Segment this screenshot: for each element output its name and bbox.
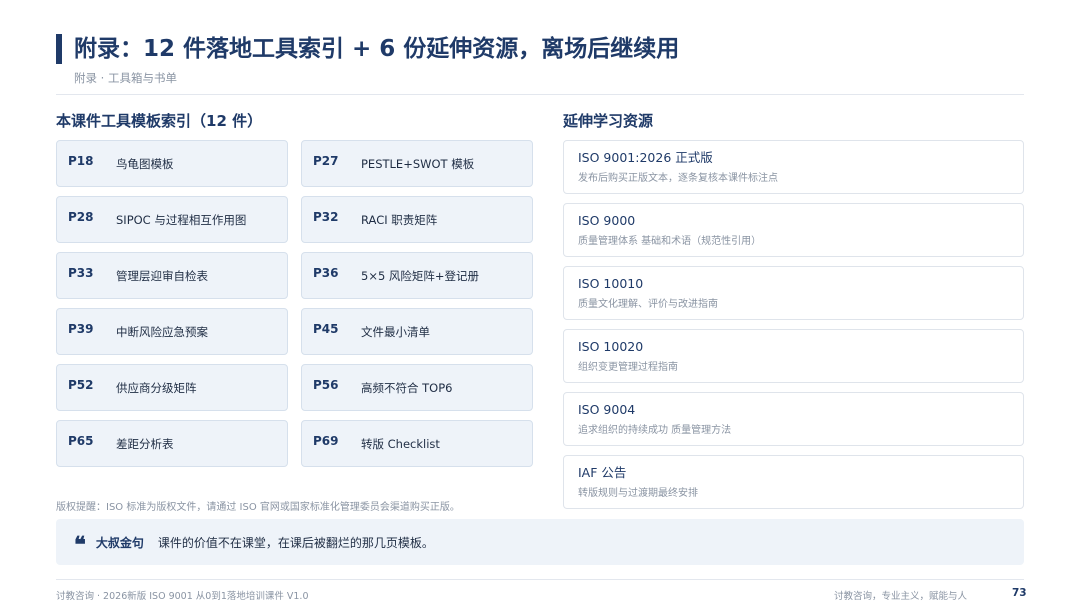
tool-page-ref: P33 [68, 265, 94, 280]
tool-card[interactable]: P56 高频不符合 TOP6 [301, 364, 533, 411]
tool-page-ref: P18 [68, 153, 94, 168]
page-number: 73 [1012, 587, 1027, 599]
resource-card[interactable]: ISO 10010 质量文化理解、评价与改进指南 [563, 266, 1024, 320]
resource-desc: 组织变更管理过程指南 [578, 362, 678, 373]
quote-box: ❝ 大叔金句 课件的价值不在课堂，在课后被翻烂的那几页模板。 [56, 519, 1024, 565]
tools-grid: P18 鸟龟图模板 P27 PESTLE+SWOT 模板 P28 SIPOC 与过程相… [56, 140, 534, 467]
resource-desc: 质量管理体系 基础和术语（规范性引用） [578, 236, 762, 247]
resource-card[interactable]: IAF 公告转版规则与过渡期最终安排 [563, 455, 1024, 509]
tool-card[interactable]: P45 文件最小清单 [301, 308, 533, 355]
tool-page-ref: P39 [68, 321, 94, 336]
resource-desc: 质量文化理解、评价与改进指南 [578, 299, 718, 310]
tool-page-ref: P56 [313, 377, 339, 392]
tool-card[interactable]: P33 管理层迎审自检表 [56, 252, 288, 299]
tool-name: 转版 Checklist [361, 436, 440, 451]
resources-section-title: 延伸学习资源 [563, 112, 654, 130]
tool-page-ref: P69 [313, 433, 339, 448]
resource-card[interactable]: ISO 10020 组织变更管理过程指南 [563, 329, 1024, 383]
tool-card[interactable]: P36 5×5 风险矩阵+登记册 [301, 252, 533, 299]
tool-name: 管理层迎审自检表 [116, 268, 208, 283]
footer-course-info: 讨教咨询 · 2026新版 ISO 9001 从0到1落地培训课件 V1.0 [56, 591, 309, 602]
tool-page-ref: P65 [68, 433, 94, 448]
quote-label: 大叔金句 [95, 535, 144, 550]
resource-card[interactable]: ISO 9004 追求组织的持续成功 质量管理方法 [563, 392, 1024, 446]
tool-name: 差距分析表 [116, 436, 174, 451]
header-divider [56, 94, 1024, 95]
tool-page-ref: P32 [313, 209, 339, 224]
tool-card[interactable]: P32 RACI 职责矩阵 [301, 196, 533, 243]
tool-page-ref: P28 [68, 209, 94, 224]
resource-name: ISO 9000 [578, 213, 636, 228]
page-title: 附录：12 件落地工具索引 + 6 份延伸资源，离场后继续用 [74, 36, 680, 62]
resource-name: IAF 公告 [578, 465, 627, 480]
tools-section-title: 本课件工具模板索引（12 件） [56, 112, 263, 130]
tool-card[interactable]: P39 中断风险应急预案 [56, 308, 288, 355]
tool-name: 文件最小清单 [361, 324, 430, 339]
tool-name: 供应商分级矩阵 [116, 380, 197, 395]
resource-desc: 发布后购买正版文本，逐条复核本课件标注点 [578, 173, 778, 184]
resources-list: ISO 9001:2026 正式版发布后购买正版文本，逐条复核本课件标注点 IS… [563, 140, 1024, 518]
tool-name: PESTLE+SWOT 模板 [361, 156, 475, 171]
tool-page-ref: P52 [68, 377, 94, 392]
tool-name: SIPOC 与过程相互作用图 [116, 212, 247, 227]
quote-mark-icon: ❝ [74, 532, 86, 558]
tool-name: RACI 职责矩阵 [361, 212, 438, 227]
tool-card[interactable]: P18 鸟龟图模板 [56, 140, 288, 187]
tool-page-ref: P36 [313, 265, 339, 280]
resource-desc: 追求组织的持续成功 质量管理方法 [578, 425, 732, 436]
copyright-notice: 版权提醒：ISO 标准为版权文件，请通过 ISO 官网或国家标准化管理委员会渠道… [56, 502, 460, 513]
tool-card[interactable]: P52 供应商分级矩阵 [56, 364, 288, 411]
resource-name: ISO 10020 [578, 339, 644, 354]
tool-card[interactable]: P65 差距分析表 [56, 420, 288, 467]
resource-card[interactable]: ISO 9001:2026 正式版发布后购买正版文本，逐条复核本课件标注点 [563, 140, 1024, 194]
tool-name: 高频不符合 TOP6 [361, 380, 453, 395]
resource-name: ISO 10010 [578, 276, 644, 291]
tool-page-ref: P45 [313, 321, 339, 336]
footer-slogan: 讨教咨询，专业主义，赋能与人 [834, 591, 968, 602]
resource-card[interactable]: ISO 9000 质量管理体系 基础和术语（规范性引用） [563, 203, 1024, 257]
resource-name: ISO 9001:2026 正式版 [578, 150, 713, 165]
tool-card[interactable]: P27 PESTLE+SWOT 模板 [301, 140, 533, 187]
tool-name: 鸟龟图模板 [116, 156, 174, 171]
tool-name: 中断风险应急预案 [116, 324, 208, 339]
tool-name: 5×5 风险矩阵+登记册 [361, 268, 480, 283]
tool-card[interactable]: P28 SIPOC 与过程相互作用图 [56, 196, 288, 243]
tool-card[interactable]: P69 转版 Checklist [301, 420, 533, 467]
resource-desc: 转版规则与过渡期最终安排 [578, 488, 698, 499]
tool-page-ref: P27 [313, 153, 339, 168]
footer-divider [56, 579, 1024, 580]
title-accent-bar [56, 34, 62, 64]
quote-text: 课件的价值不在课堂，在课后被翻烂的那几页模板。 [157, 535, 434, 550]
resource-name: ISO 9004 [578, 402, 636, 417]
page-subtitle: 附录 · 工具箱与书单 [74, 71, 177, 85]
